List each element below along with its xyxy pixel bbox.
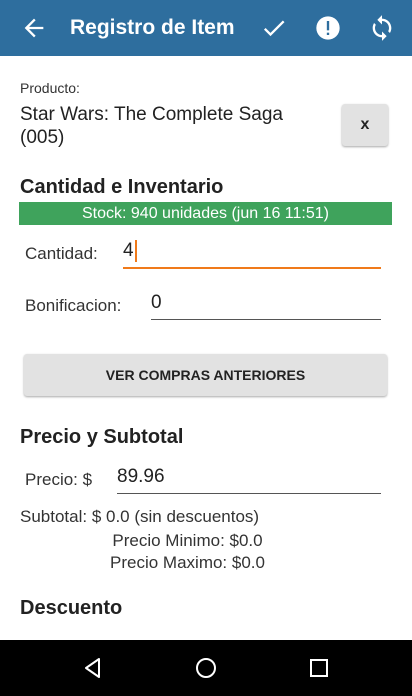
pricing-section-title: Precio y Subtotal	[20, 426, 184, 448]
view-previous-purchases-button[interactable]: VER COMPRAS ANTERIORES	[24, 354, 387, 396]
inventory-section-title: Cantidad e Inventario	[20, 176, 224, 198]
sync-icon[interactable]	[368, 14, 396, 42]
item-form: Producto: Star Wars: The Complete Saga (…	[0, 56, 412, 640]
discount-section-title: Descuento	[20, 597, 123, 619]
min-price-text: Precio Minimo: $0.0	[112, 531, 263, 550]
bonus-label: Bonificacion:	[25, 296, 122, 315]
nav-back-icon[interactable]	[81, 656, 105, 680]
bonus-field[interactable]: 0	[151, 289, 381, 320]
page-title: Registro de Item	[70, 16, 235, 39]
quantity-label: Cantidad:	[25, 244, 98, 263]
system-nav-bar	[0, 640, 412, 696]
max-price-text: Precio Maximo: $0.0	[110, 553, 265, 572]
alert-icon[interactable]	[314, 14, 342, 42]
nav-recents-icon[interactable]	[307, 656, 331, 680]
check-icon[interactable]	[260, 14, 288, 42]
subtotal-text: Subtotal: $ 0.0 (sin descuentos)	[20, 507, 260, 526]
nav-home-icon[interactable]	[194, 656, 218, 680]
back-arrow-icon[interactable]	[20, 14, 48, 42]
price-field[interactable]: 89.96	[117, 463, 381, 494]
app-bar: Registro de Item	[0, 0, 412, 56]
price-label: Precio: $	[25, 470, 93, 489]
stock-banner: Stock: 940 unidades (jun 16 11:51)	[19, 202, 392, 225]
product-label: Producto:	[20, 80, 80, 96]
clear-product-button[interactable]: x	[342, 104, 388, 146]
product-name: Star Wars: The Complete Saga (005)	[20, 104, 283, 148]
quantity-field[interactable]: 4	[123, 237, 381, 269]
